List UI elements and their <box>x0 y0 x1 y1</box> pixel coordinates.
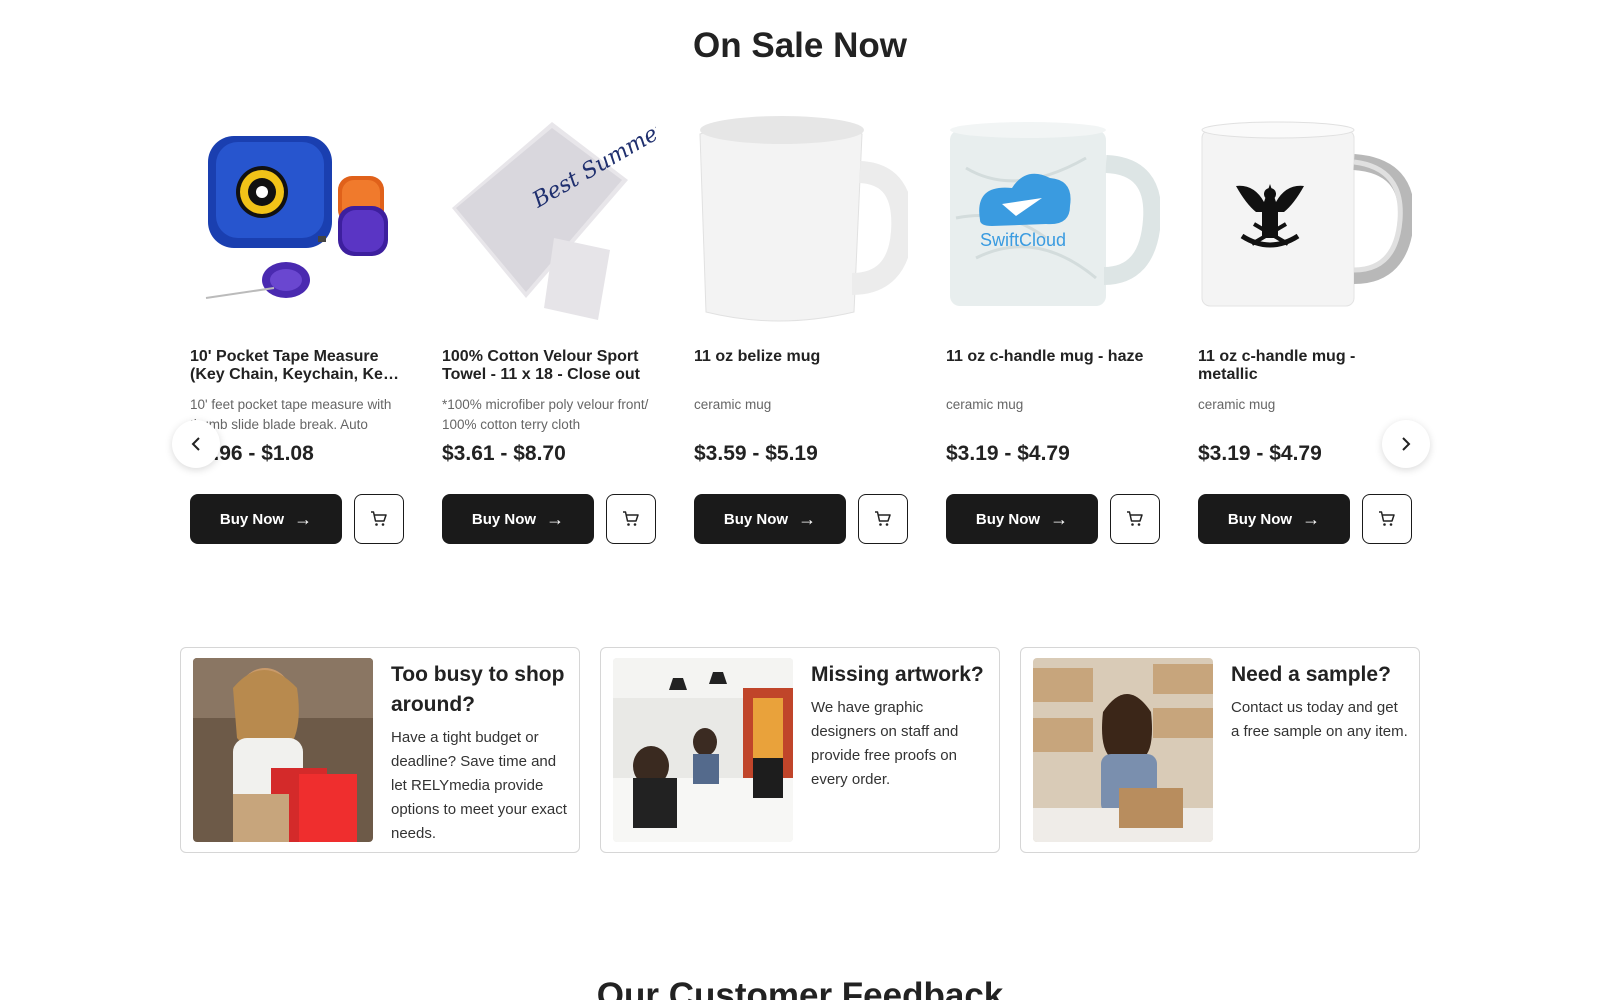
cart-icon <box>875 511 891 526</box>
product-description: 10' feet pocket tape measure with thumb … <box>190 397 392 432</box>
product-description: ceramic mug <box>946 397 1024 412</box>
add-to-cart-button[interactable] <box>1362 494 1412 544</box>
page: On Sale Now 10' Pocket Tape Measure (Key… <box>0 0 1600 1000</box>
product-title[interactable]: 11 oz c-handle mug - haze <box>946 348 1160 366</box>
marble-mug-image[interactable]: SwiftCloud <box>946 108 1160 330</box>
product-card: Best Summer HOLIDAY 100% Cotton Velour S… <box>442 108 656 544</box>
chevron-left-icon <box>191 437 200 451</box>
add-to-cart-button[interactable] <box>858 494 908 544</box>
mug-logo-text: SwiftCloud <box>980 230 1066 250</box>
product-description: ceramic mug <box>1198 397 1276 412</box>
buy-now-label: Buy Now <box>219 510 285 528</box>
buy-now-label: Buy Now <box>471 510 537 528</box>
buy-now-button[interactable]: Buy Now → <box>946 494 1098 544</box>
info-box-busy: Too busy to shop around? Have a tight bu… <box>180 647 580 853</box>
metallic-mug-image[interactable] <box>1198 108 1412 330</box>
chevron-right-icon <box>1402 437 1411 451</box>
cart-icon <box>1127 511 1143 526</box>
cart-icon <box>1379 511 1395 526</box>
product-card: SwiftCloud 11 oz c-handle mug - haze cer… <box>946 108 1160 544</box>
towel-image[interactable]: Best Summer HOLIDAY <box>442 108 656 330</box>
info-text: Have a tight budget or deadline? Save ti… <box>391 729 567 842</box>
product-card: 11 oz c-handle mug - metallic ceramic mu… <box>1198 108 1412 544</box>
section-title: Our Customer Feedback <box>596 976 1004 1000</box>
product-card: 10' Pocket Tape Measure (Key Chain, Keyc… <box>190 108 404 544</box>
cart-icon <box>371 511 387 526</box>
arrow-right-icon: → <box>798 509 817 529</box>
buy-now-button[interactable]: Buy Now → <box>442 494 594 544</box>
product-price: $3.59 - $5.19 <box>694 442 818 465</box>
arrow-right-icon: → <box>546 509 565 529</box>
add-to-cart-button[interactable] <box>1110 494 1160 544</box>
info-heading: Missing artwork? <box>811 663 984 686</box>
carousel-prev-button[interactable] <box>172 420 220 468</box>
product-description: ceramic mug <box>694 397 772 412</box>
info-text: Contact us today and get a free sample o… <box>1231 699 1408 740</box>
info-heading: Too busy to shop around? <box>391 663 565 716</box>
product-card: 11 oz belize mug ceramic mug $3.59 - $5.… <box>694 108 908 544</box>
info-text: We have graphic designers on staff and p… <box>811 699 959 788</box>
office-designers-photo <box>613 658 793 842</box>
add-to-cart-button[interactable] <box>354 494 404 544</box>
buy-now-button[interactable]: Buy Now → <box>1198 494 1350 544</box>
product-price: $3.61 - $8.70 <box>442 442 566 465</box>
product-title[interactable]: 11 oz c-handle mug - metallic <box>1198 348 1412 384</box>
cart-icon <box>623 511 639 526</box>
buy-now-button[interactable]: Buy Now → <box>190 494 342 544</box>
shopper-phone-photo <box>193 658 373 842</box>
carousel-next-button[interactable] <box>1382 420 1430 468</box>
info-heading: Need a sample? <box>1231 663 1391 686</box>
tape-measure-image[interactable] <box>190 108 404 330</box>
product-title[interactable]: 100% Cotton Velour Sport Towel - 11 x 18… <box>442 348 656 384</box>
section-title: On Sale Now <box>693 26 907 65</box>
buy-now-label: Buy Now <box>723 510 789 528</box>
arrow-right-icon: → <box>294 509 313 529</box>
white-mug-image[interactable] <box>694 108 908 330</box>
buy-now-button[interactable]: Buy Now → <box>694 494 846 544</box>
product-price: $3.19 - $4.79 <box>1198 442 1322 465</box>
warehouse-phone-photo <box>1033 658 1213 842</box>
product-price: $3.19 - $4.79 <box>946 442 1070 465</box>
product-description: *100% microfiber poly velour front/ 100%… <box>442 397 649 432</box>
product-title[interactable]: 11 oz belize mug <box>694 348 908 366</box>
add-to-cart-button[interactable] <box>606 494 656 544</box>
arrow-right-icon: → <box>1050 509 1069 529</box>
buy-now-label: Buy Now <box>1227 510 1293 528</box>
info-box-sample: Need a sample? Contact us today and get … <box>1020 647 1420 853</box>
arrow-right-icon: → <box>1302 509 1321 529</box>
product-title[interactable]: 10' Pocket Tape Measure (Key Chain, Keyc… <box>190 348 404 384</box>
info-box-artwork: Missing artwork? We have graphic designe… <box>600 647 1000 853</box>
buy-now-label: Buy Now <box>975 510 1041 528</box>
product-carousel: 10' Pocket Tape Measure (Key Chain, Keyc… <box>0 108 1600 660</box>
